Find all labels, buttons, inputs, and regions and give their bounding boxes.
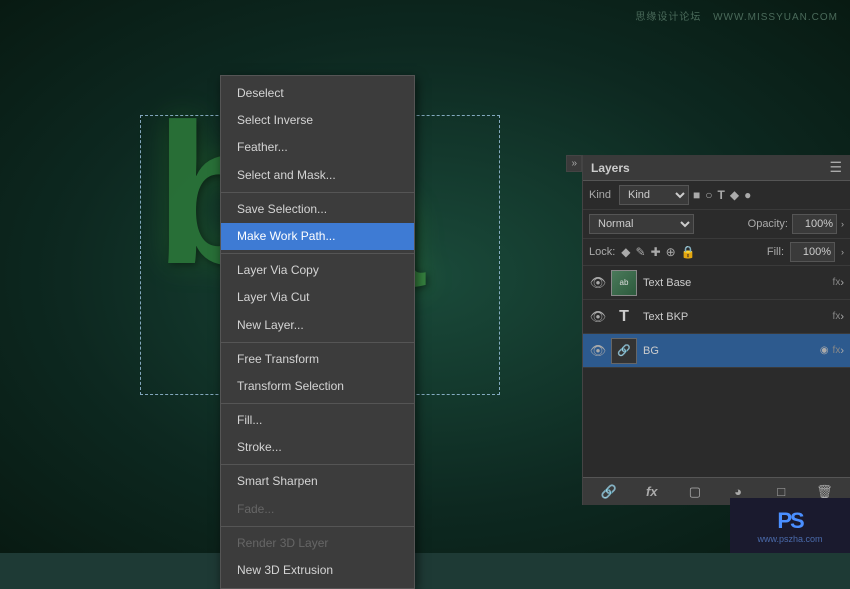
layer-thumbnail-text-base: ab (611, 270, 637, 296)
menu-transform-selection[interactable]: Transform Selection (221, 373, 414, 400)
ps-logo-area: PS www.pszha.com (730, 498, 850, 553)
layer-name-text-base: Text Base (643, 277, 829, 289)
panel-header-icons: ☰ (829, 159, 842, 176)
menu-separator-4 (221, 403, 414, 404)
lock-image-icon[interactable]: ✎ (636, 245, 646, 259)
layers-panel: Layers ☰ Kind Kind ■ ○ T ◆ ● Normal Opac… (582, 155, 850, 505)
add-mask-button[interactable]: ▢ (684, 481, 706, 503)
kind-select[interactable]: Kind (619, 185, 689, 205)
layer-fx-bg: fx (833, 345, 841, 356)
context-menu: Deselect Select Inverse Feather... Selec… (220, 75, 415, 589)
pixel-icon[interactable]: ■ (693, 188, 700, 202)
site-url: www.pszha.com (757, 534, 822, 544)
menu-separator-1 (221, 192, 414, 193)
menu-stroke[interactable]: Stroke... (221, 434, 414, 461)
lock-position-icon[interactable]: ✚ (651, 245, 661, 259)
layers-panel-title: Layers (591, 161, 829, 175)
shape-icon[interactable]: ◆ (730, 188, 739, 202)
blend-mode-select[interactable]: Normal (589, 214, 694, 234)
fill-label: Fill: (767, 246, 784, 258)
menu-new-layer[interactable]: New Layer... (221, 312, 414, 339)
opacity-input[interactable] (792, 214, 837, 234)
menu-select-inverse[interactable]: Select Inverse (221, 107, 414, 134)
fill-chevron-icon[interactable]: › (841, 247, 844, 257)
layer-fx-text-base: fx (833, 277, 841, 288)
layer-visibility-bg[interactable]: 👁 (589, 342, 607, 360)
lock-artboard-icon[interactable]: ⊕ (666, 245, 676, 259)
menu-select-mask[interactable]: Select and Mask... (221, 162, 414, 189)
ps-logo: PS (777, 508, 802, 534)
lock-icons: ◆ ✎ ✚ ⊕ 🔒 (621, 245, 695, 259)
layer-expand-text-bkp[interactable]: › (840, 311, 844, 323)
layer-visibility-text-bkp[interactable]: 👁 (589, 308, 607, 326)
panel-collapse-arrow[interactable]: » (566, 155, 582, 172)
link-layers-button[interactable]: 🔗 (598, 481, 620, 503)
menu-fade: Fade... (221, 496, 414, 523)
type-icon[interactable]: T (718, 188, 725, 202)
menu-smart-sharpen[interactable]: Smart Sharpen (221, 468, 414, 495)
opacity-label: Opacity: (748, 218, 788, 230)
layer-visibility-text-base[interactable]: 👁 (589, 274, 607, 292)
layer-row-text-base[interactable]: 👁 ab Text Base fx › (583, 266, 850, 300)
menu-deselect[interactable]: Deselect (221, 80, 414, 107)
menu-separator-3 (221, 342, 414, 343)
menu-layer-via-cut[interactable]: Layer Via Cut (221, 284, 414, 311)
adjustment-icon[interactable]: ○ (705, 188, 712, 202)
fill-input[interactable] (790, 242, 835, 262)
watermark: 思缘设计论坛 WWW.MISSYUAN.COM (635, 8, 838, 23)
smart-object-icon[interactable]: ● (744, 188, 751, 202)
layer-name-bg: BG (643, 345, 820, 357)
panel-menu-icon[interactable]: ☰ (829, 159, 842, 176)
kind-icons: ■ ○ T ◆ ● (693, 188, 751, 202)
menu-new-3d[interactable]: New 3D Extrusion (221, 557, 414, 584)
menu-feather[interactable]: Feather... (221, 134, 414, 161)
menu-separator-5 (221, 464, 414, 465)
menu-make-work-path[interactable]: Make Work Path... (221, 223, 414, 250)
lock-all-icon[interactable]: 🔒 (681, 245, 696, 259)
layer-row-bg[interactable]: 👁 🔗 BG ◉ fx › (583, 334, 850, 368)
layer-fx-text-bkp: fx (833, 311, 841, 322)
menu-save-selection[interactable]: Save Selection... (221, 196, 414, 223)
layer-expand-bg[interactable]: › (840, 345, 844, 357)
menu-separator-6 (221, 526, 414, 527)
menu-fill[interactable]: Fill... (221, 407, 414, 434)
blend-row: Normal Opacity: › (583, 210, 850, 239)
layer-row-text-bkp[interactable]: 👁 T Text BKP fx › (583, 300, 850, 334)
opacity-chevron-icon[interactable]: › (841, 219, 844, 229)
lock-label: Lock: (589, 246, 615, 258)
layer-smart-icon-bg: ◉ (820, 345, 829, 356)
add-fx-button[interactable]: fx (641, 481, 663, 503)
layers-panel-header: Layers ☰ (583, 155, 850, 181)
layer-thumbnail-bg: 🔗 (611, 338, 637, 364)
layer-name-text-bkp: Text BKP (643, 311, 829, 323)
lock-transparency-icon[interactable]: ◆ (621, 245, 630, 259)
lock-row: Lock: ◆ ✎ ✚ ⊕ 🔒 Fill: › (583, 239, 850, 266)
kind-label: Kind (589, 189, 611, 201)
kind-row: Kind Kind ■ ○ T ◆ ● (583, 181, 850, 210)
menu-free-transform[interactable]: Free Transform (221, 346, 414, 373)
menu-layer-via-copy[interactable]: Layer Via Copy (221, 257, 414, 284)
layer-thumbnail-text-bkp: T (611, 304, 637, 330)
layer-expand-text-base[interactable]: › (840, 277, 844, 289)
menu-separator-2 (221, 253, 414, 254)
